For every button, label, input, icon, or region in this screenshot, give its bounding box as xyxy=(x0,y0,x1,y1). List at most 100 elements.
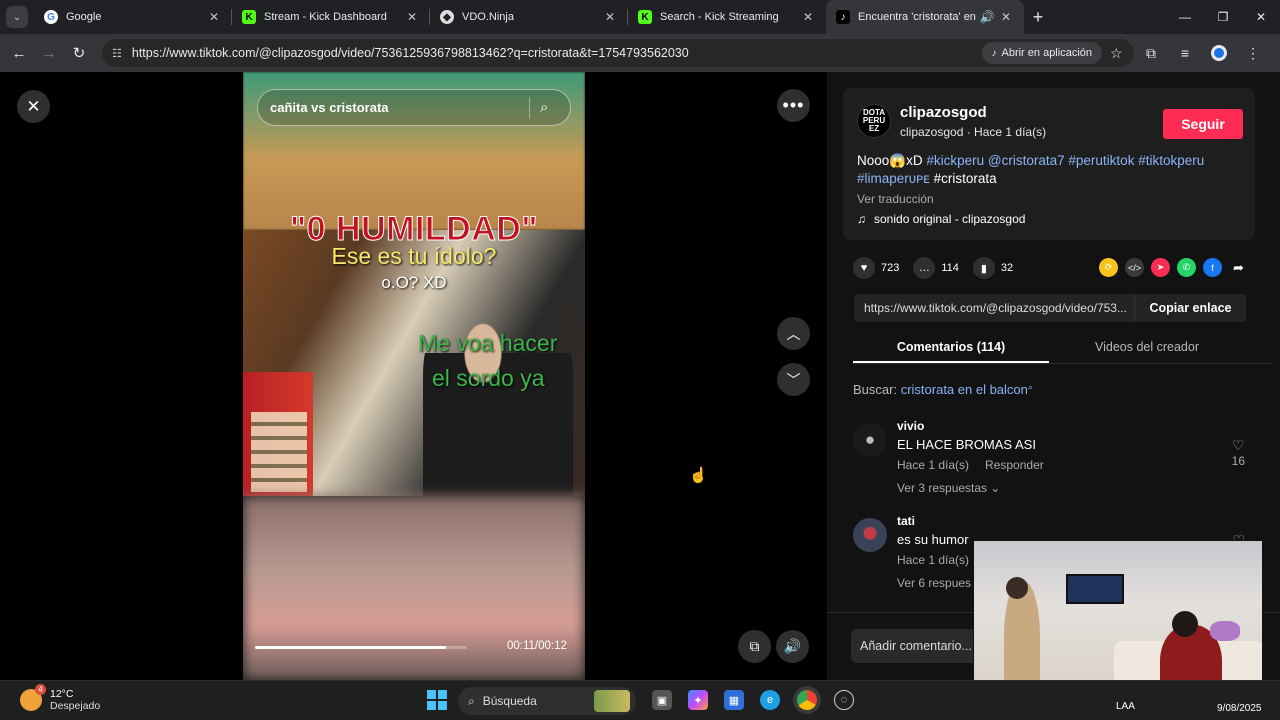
hashtag-link[interactable]: #perutiktok xyxy=(1068,153,1134,168)
comment-user[interactable]: tati xyxy=(897,514,915,528)
close-tab-icon[interactable]: ✕ xyxy=(998,10,1014,24)
reload-icon[interactable]: ↻ xyxy=(64,44,94,62)
user-avatar[interactable] xyxy=(853,518,887,552)
close-tab-icon[interactable]: ✕ xyxy=(800,10,816,24)
tab-tiktok[interactable]: ♪ Encuentra 'cristorata' en Tik 🔊 ✕ xyxy=(826,0,1024,34)
site-info-icon[interactable]: ☷ xyxy=(112,47,122,60)
search-icon: ⌕ xyxy=(468,693,475,708)
video-player[interactable]: cañita vs cristorata ⌕ "0 HUMILDAD" Ese … xyxy=(243,72,585,680)
close-video-button[interactable]: ✕ xyxy=(17,90,50,123)
post-description: Nooo😱xD #kickperu @cristorata7 #perutikt… xyxy=(857,152,1247,188)
menu-icon[interactable]: ⋮ xyxy=(1236,45,1270,62)
video-search-bar[interactable]: cañita vs cristorata ⌕ xyxy=(257,89,571,126)
volume-button[interactable]: 🔊 xyxy=(776,630,809,663)
share-arrow-icon[interactable]: ➦ xyxy=(1229,258,1248,277)
tab-kick-search[interactable]: K Search - Kick Streaming ✕ xyxy=(628,0,826,34)
next-video-button[interactable]: ﹀ xyxy=(777,363,810,396)
webcam-cushion xyxy=(1210,621,1240,641)
extensions-icon[interactable]: ⧉ xyxy=(1134,45,1168,62)
comment-like-button[interactable]: ♡ 16 xyxy=(1232,437,1245,468)
tab-audio-icon[interactable]: 🔊 xyxy=(976,10,998,24)
share-link-text[interactable]: https://www.tiktok.com/@clipazosgod/vide… xyxy=(854,301,1134,315)
copilot-icon[interactable]: ✦ xyxy=(688,690,708,710)
send-icon[interactable]: ➤ xyxy=(1151,258,1170,277)
clock-date[interactable]: 9/08/2025 xyxy=(1217,703,1262,714)
tab-kick-dashboard[interactable]: K Stream - Kick Dashboard ✕ xyxy=(232,0,430,34)
sound-link[interactable]: ♫ sonido original - clipazosgod xyxy=(857,212,1025,226)
previous-video-button[interactable]: ︿ xyxy=(777,317,810,350)
caption-line-4: Me voa hacer xyxy=(418,330,558,356)
comment-time: Hace 1 día(s) xyxy=(897,553,970,567)
video-progress-bar[interactable] xyxy=(255,646,467,649)
copy-link-button[interactable]: Copiar enlace xyxy=(1134,294,1246,322)
like-button[interactable]: ♥ 723 xyxy=(853,257,899,279)
hashtag-link[interactable]: #limaperᴜᴘᴇ xyxy=(857,171,930,186)
back-icon[interactable]: ← xyxy=(4,45,34,62)
caption-line-5: el sordo ya xyxy=(432,365,545,391)
mention-link[interactable]: @cristorata7 xyxy=(988,153,1065,168)
hashtag-link[interactable]: #tiktokperu xyxy=(1138,153,1204,168)
tab-comments[interactable]: Comentarios (114) xyxy=(853,332,1049,363)
taskbar-search[interactable]: ⌕ Búsqueda xyxy=(458,687,636,715)
webcam-person-left-head xyxy=(1006,577,1028,599)
weather-temp: 12°C xyxy=(50,688,74,700)
search-icon: ⌕ xyxy=(1027,382,1033,392)
address-bar[interactable]: ☷ https://www.tiktok.com/@clipazosgod/vi… xyxy=(102,39,1134,67)
bookmark-star-icon[interactable]: ☆ xyxy=(1110,45,1134,62)
comment-meta: Hace 1 día(s) xyxy=(897,553,985,567)
profile-avatar[interactable] xyxy=(1211,45,1227,61)
comment-user[interactable]: vivio xyxy=(897,419,924,433)
whatsapp-icon[interactable]: ✆ xyxy=(1177,258,1196,277)
restore-icon[interactable]: ❐ xyxy=(1204,0,1242,34)
default-avatar-icon[interactable]: ● xyxy=(853,423,887,457)
app-icon[interactable]: ◌ xyxy=(834,690,854,710)
url-text[interactable]: https://www.tiktok.com/@clipazosgod/vide… xyxy=(132,46,982,60)
minimize-icon[interactable]: — xyxy=(1166,0,1204,34)
comment-count: 114 xyxy=(941,262,959,274)
embed-icon[interactable]: </> xyxy=(1125,258,1144,277)
toolbar-right: ⧉ ≡ ⋮ xyxy=(1134,34,1270,72)
hashtag-link[interactable]: #kickperu xyxy=(926,153,984,168)
task-view-icon[interactable]: ▣ xyxy=(652,690,672,710)
store-icon[interactable]: ▦ xyxy=(724,690,744,710)
comment-text: EL HACE BROMAS ASI xyxy=(897,437,1036,452)
close-tab-icon[interactable]: ✕ xyxy=(404,10,420,24)
author-avatar[interactable]: DOTA PERU EZ xyxy=(857,104,891,138)
repost-icon[interactable]: ⟳ xyxy=(1099,258,1118,277)
search-icon[interactable]: ⌕ xyxy=(540,99,570,116)
search-suggestion-link[interactable]: cristorata en el balcon xyxy=(901,382,1028,397)
tab-vdo-ninja[interactable]: ◆ VDO.Ninja ✕ xyxy=(430,0,628,34)
post-info-card: DOTA PERU EZ clipazosgod clipazosgod · H… xyxy=(843,88,1255,240)
window-controls: — ❐ ✕ xyxy=(1166,0,1280,34)
edge-icon[interactable]: e xyxy=(760,690,780,710)
facebook-icon[interactable]: f xyxy=(1203,258,1222,277)
save-button[interactable]: ▮ 32 xyxy=(972,257,1013,279)
hashtag-text[interactable]: #cristorata xyxy=(934,171,997,186)
weather-widget[interactable]: 4 12°C Despejado xyxy=(20,684,100,712)
tab-search-menu-button[interactable]: ⌄ xyxy=(6,6,28,28)
tab-google[interactable]: G Google ✕ xyxy=(34,0,232,34)
windows-start-icon[interactable] xyxy=(427,690,447,710)
keyboard-language[interactable]: LAA xyxy=(1116,701,1135,712)
comment-button[interactable]: … 114 xyxy=(913,257,959,279)
desc-text: Nooo😱xD xyxy=(857,153,923,168)
picture-in-picture-button[interactable]: ⧉ xyxy=(738,630,771,663)
caption-line-2: Ese es tu ídolo? xyxy=(331,243,497,269)
tab-creator-videos[interactable]: Videos del creador xyxy=(1049,332,1245,363)
more-options-button[interactable]: ••• xyxy=(777,89,810,122)
new-tab-button[interactable]: + xyxy=(1024,7,1052,28)
open-in-app-button[interactable]: ♪ Abrir en aplicación xyxy=(981,42,1102,64)
view-replies-button[interactable]: Ver 3 respuestas ⌄ xyxy=(897,481,1000,495)
reply-button[interactable]: Responder xyxy=(985,458,1044,472)
close-window-icon[interactable]: ✕ xyxy=(1242,0,1280,34)
forward-icon[interactable]: → xyxy=(34,45,64,62)
see-translation-link[interactable]: Ver traducción xyxy=(857,192,934,206)
tab-title: Encuentra 'cristorata' en Tik xyxy=(858,11,976,23)
media-controls-icon[interactable]: ≡ xyxy=(1168,45,1202,61)
close-tab-icon[interactable]: ✕ xyxy=(206,10,222,24)
author-name[interactable]: clipazosgod xyxy=(900,104,987,121)
view-replies-button[interactable]: Ver 6 respues xyxy=(897,576,971,590)
follow-button[interactable]: Seguir xyxy=(1163,109,1243,139)
close-tab-icon[interactable]: ✕ xyxy=(602,10,618,24)
chrome-icon[interactable] xyxy=(797,690,817,710)
